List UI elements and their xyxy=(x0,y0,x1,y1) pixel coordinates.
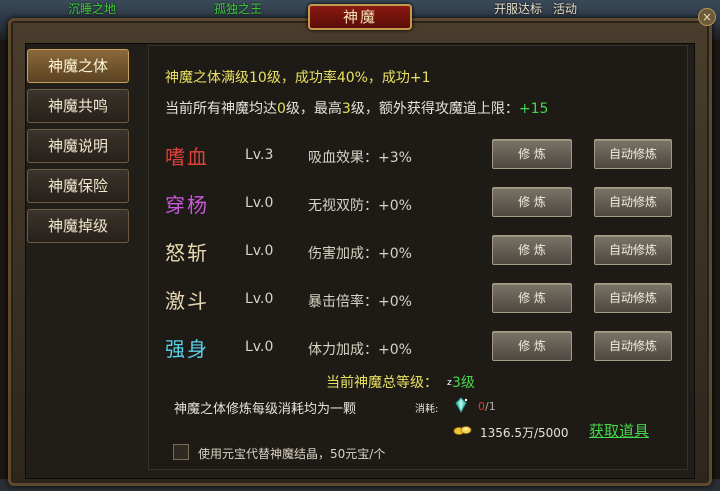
skill-row-jidou: 激斗 Lv.0 暴击倍率：+0% 修 炼 自动修炼 xyxy=(165,283,685,317)
tab-shenmo-level-drop[interactable]: 神魔掉级 xyxy=(27,209,129,243)
skill-effect: 体力加成：+0% xyxy=(308,342,412,358)
total-level-value: 3级 xyxy=(452,375,475,391)
scene-map-label: 孤独之王 xyxy=(214,2,263,16)
skill-name: 嗜血 xyxy=(165,145,209,169)
practice-button[interactable]: 修 炼 xyxy=(492,139,572,169)
cost-need: /1 xyxy=(485,400,496,413)
max-level-info: 神魔之体满级10级，成功率40%，成功+1 xyxy=(165,70,431,86)
bonus-suffix: 级，额外获得攻魔道上限： xyxy=(350,101,519,117)
skill-row-chuanyang: 穿杨 Lv.0 无视双防：+0% 修 炼 自动修炼 xyxy=(165,187,685,221)
auto-practice-button[interactable]: 自动修炼 xyxy=(594,235,672,265)
skill-row-nuzhan: 怒斩 Lv.0 伤害加成：+0% 修 炼 自动修炼 xyxy=(165,235,685,269)
gold-amount: 1356.5万/5000 xyxy=(480,426,569,440)
skill-level: Lv.0 xyxy=(245,291,274,307)
close-button[interactable]: × xyxy=(698,8,716,26)
cursor-marker: z xyxy=(447,378,452,388)
bonus-value: +15 xyxy=(518,101,549,117)
tab-shenmo-description[interactable]: 神魔说明 xyxy=(27,129,129,163)
skill-name: 怒斩 xyxy=(165,241,209,265)
skill-effect: 伤害加成：+0% xyxy=(308,246,412,262)
tab-shenmo-resonance[interactable]: 神魔共鸣 xyxy=(27,89,129,123)
auto-practice-button[interactable]: 自动修炼 xyxy=(594,187,672,217)
tab-shenmo-body[interactable]: 神魔之体 xyxy=(27,49,129,83)
skill-level: Lv.0 xyxy=(245,243,274,259)
skill-name: 强身 xyxy=(165,337,209,361)
skill-effect: 暴击倍率：+0% xyxy=(308,294,412,310)
total-level: 当前神魔总等级： z 3级 xyxy=(326,372,475,392)
practice-button[interactable]: 修 炼 xyxy=(492,283,572,313)
skill-level: Lv.3 xyxy=(245,147,274,163)
skill-effect: 吸血效果：+3% xyxy=(308,150,412,166)
use-yuanbao-label: 使用元宝代替神魔结晶，50元宝/个 xyxy=(198,447,386,461)
gold-ingot-icon xyxy=(453,426,472,435)
cost-count: 0/1 xyxy=(478,400,496,413)
cost-description: 神魔之体修炼每级消耗均为一颗 xyxy=(174,402,357,417)
crystal-icon xyxy=(455,397,468,413)
skill-row-qiangshen: 强身 Lv.0 体力加成：+0% 修 炼 自动修炼 xyxy=(165,331,685,365)
practice-button[interactable]: 修 炼 xyxy=(492,331,572,361)
scene-map-label: 沉睡之地 xyxy=(68,2,117,16)
practice-button[interactable]: 修 炼 xyxy=(492,187,572,217)
tab-shenmo-insurance[interactable]: 神魔保险 xyxy=(27,169,129,203)
auto-practice-button[interactable]: 自动修炼 xyxy=(594,331,672,361)
auto-practice-button[interactable]: 自动修炼 xyxy=(594,283,672,313)
skill-name: 穿杨 xyxy=(165,193,209,217)
skill-effect: 无视双防：+0% xyxy=(308,198,412,214)
use-yuanbao-checkbox[interactable] xyxy=(173,444,189,460)
bonus-prefix: 当前所有神魔均达 xyxy=(165,101,277,117)
cost-label: 消耗: xyxy=(415,404,439,415)
scene-event-label: 开服达标 xyxy=(494,2,543,16)
bonus-max-level: 3 xyxy=(341,101,351,117)
side-tab-list: 神魔之体 神魔共鸣 神魔说明 神魔保险 神魔掉级 xyxy=(27,49,129,249)
skill-name: 激斗 xyxy=(165,289,209,313)
bonus-mid: 级，最高 xyxy=(285,101,342,117)
skill-level: Lv.0 xyxy=(245,339,274,355)
cost-have: 0 xyxy=(478,400,485,413)
practice-button[interactable]: 修 炼 xyxy=(492,235,572,265)
skill-row-shixue: 嗜血 Lv.3 吸血效果：+3% 修 炼 自动修炼 xyxy=(165,139,685,173)
total-level-label: 当前神魔总等级： xyxy=(326,375,438,391)
scene-event-label: 活动 xyxy=(553,2,578,16)
skill-level: Lv.0 xyxy=(245,195,274,211)
auto-practice-button[interactable]: 自动修炼 xyxy=(594,139,672,169)
get-items-link[interactable]: 获取道具 xyxy=(589,420,649,441)
bonus-min-level: 0 xyxy=(277,101,286,117)
window-title: 神魔 xyxy=(308,4,412,30)
bonus-info: 当前所有神魔均达0级，最高3级，额外获得攻魔道上限：+15 xyxy=(165,98,548,118)
